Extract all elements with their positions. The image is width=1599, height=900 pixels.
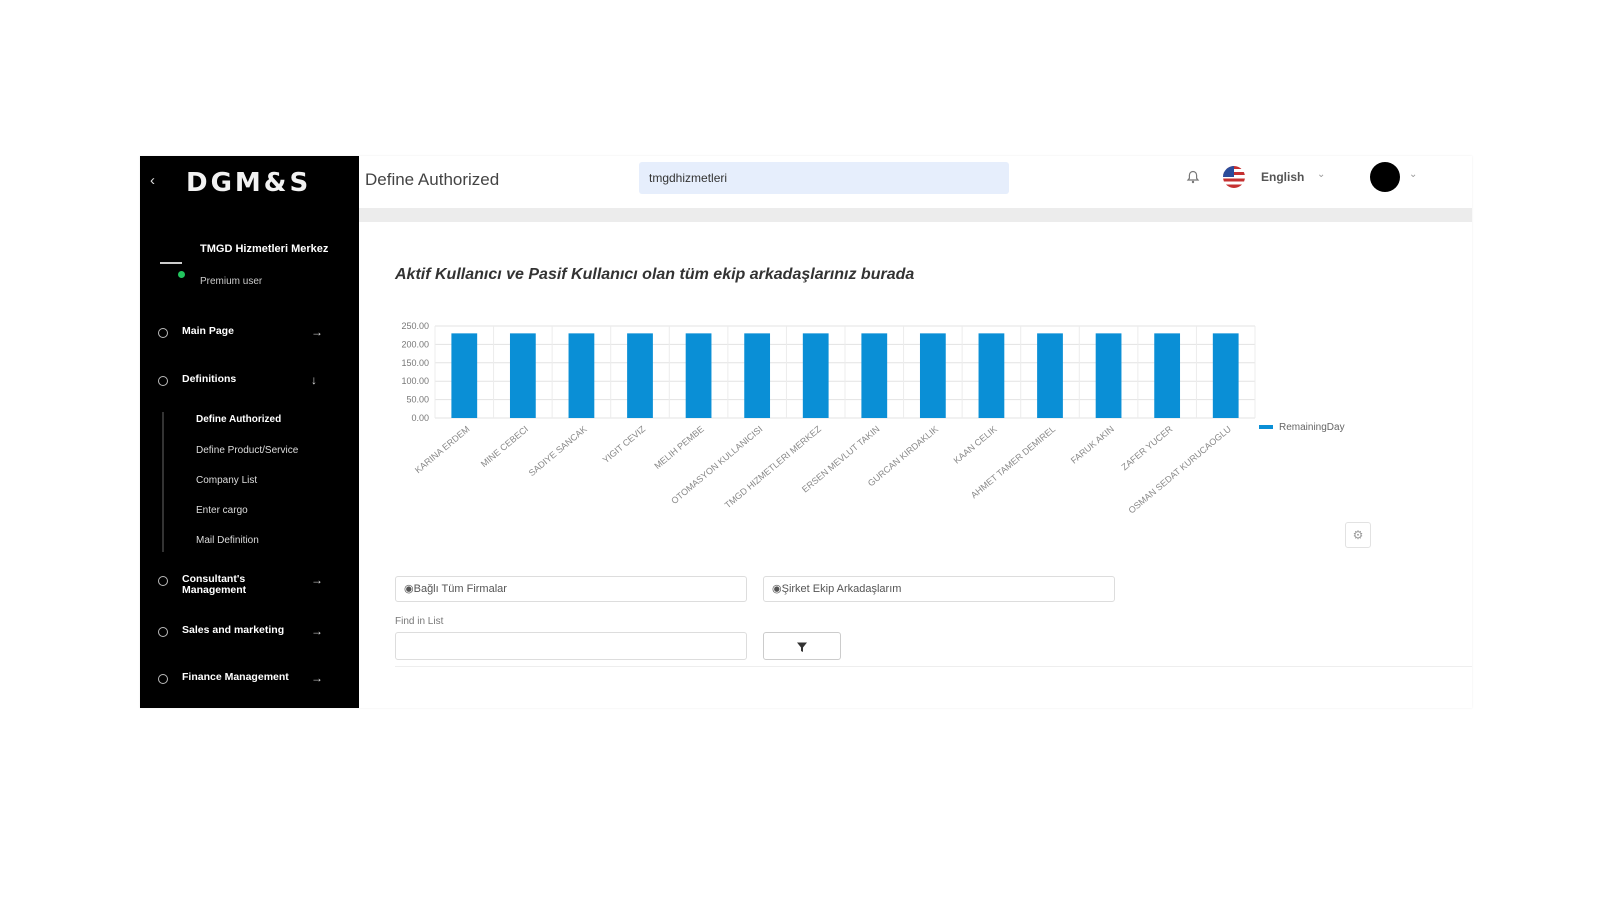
y-tick-label: 200.00 <box>401 339 429 349</box>
search-input[interactable]: tmgdhizmetleri <box>639 162 1009 194</box>
y-tick-label: 150.00 <box>401 358 429 368</box>
chevron-down-icon[interactable]: ⌄ <box>1409 169 1417 180</box>
sidebar-item-definitions[interactable]: Definitions ↓ <box>140 367 359 397</box>
bar <box>627 333 653 418</box>
bell-icon[interactable] <box>1186 170 1200 184</box>
y-tick-label: 0.00 <box>411 413 429 423</box>
page-title: Define Authorized <box>365 170 500 189</box>
find-in-list-input[interactable] <box>395 632 747 660</box>
sidebar-subitem-enter-cargo[interactable]: Enter cargo <box>196 505 248 516</box>
x-tick-label: OSMAN SEDAT KURUCAOGLU <box>1126 424 1233 516</box>
bar <box>568 333 595 418</box>
filter-icon <box>797 642 807 652</box>
x-tick-label: MELIH PEMBE <box>652 424 706 471</box>
bar <box>1154 333 1181 418</box>
legend-swatch <box>1259 425 1273 430</box>
circle-icon <box>158 328 168 338</box>
bar <box>509 333 536 418</box>
bar <box>744 333 771 418</box>
arrow-right-icon: → <box>311 573 323 587</box>
page-headline: Aktif Kullanıcı ve Pasif Kullanıcı olan … <box>395 266 915 283</box>
bar <box>978 333 1005 418</box>
bar <box>1212 333 1239 418</box>
circle-icon <box>158 576 168 586</box>
sidebar-subitem-define-authorized[interactable]: Define Authorized <box>196 414 281 425</box>
header-separator <box>359 208 1472 222</box>
sidebar-item-label: Finance Management <box>182 671 289 683</box>
top-header: Define Authorized tmgdhizmetleri English… <box>359 156 1472 208</box>
user-name: TMGD Hizmetleri Merkez <box>200 243 329 255</box>
chevron-down-icon[interactable]: ⌄ <box>1317 169 1325 180</box>
back-arrow-icon[interactable]: ‹ <box>150 173 164 188</box>
find-in-list-label: Find in List <box>395 616 444 627</box>
circle-icon <box>158 627 168 637</box>
sidebar-item-label: Sales and marketing <box>182 624 285 636</box>
x-tick-label: FARUK AKIN <box>1069 424 1116 466</box>
language-selector[interactable]: English <box>1261 170 1304 184</box>
bar <box>685 333 712 418</box>
us-flag-icon[interactable] <box>1223 166 1245 188</box>
y-tick-label: 100.00 <box>401 376 429 386</box>
bar <box>1037 333 1063 418</box>
online-status-dot <box>178 271 185 278</box>
x-tick-label: KAAN CELIK <box>952 424 999 466</box>
sidebar-subitem-company-list[interactable]: Company List <box>196 475 257 486</box>
user-role: Premium user <box>200 276 263 287</box>
sidebar-subitem-define-product[interactable]: Define Product/Service <box>196 445 298 456</box>
circle-icon <box>158 376 168 386</box>
bar <box>451 333 478 418</box>
radio-icon: ◉ <box>404 583 414 595</box>
gear-icon[interactable]: ⚙ <box>1345 522 1371 548</box>
filter-button[interactable] <box>763 632 841 660</box>
user-line <box>160 262 182 264</box>
sidebar-item-label: Main Page <box>182 325 234 337</box>
sidebar-item-label: Consultant's Management <box>182 573 247 596</box>
arrow-down-icon: ↓ <box>311 373 317 387</box>
y-tick-label: 50.00 <box>406 395 429 405</box>
app-window: ‹ DGM&S TMGD Hizmetleri Merkez Premium u… <box>140 156 1472 708</box>
filter-label: Şirket Ekip Arkadaşlarım <box>781 583 902 595</box>
sidebar-item-sales[interactable]: Sales and marketing → <box>140 618 359 648</box>
avatar[interactable] <box>1370 162 1400 192</box>
submenu-line <box>162 412 164 552</box>
logo[interactable]: DGM&S <box>186 168 311 198</box>
x-tick-label: YIGIT CEVIZ <box>601 424 648 466</box>
bar <box>1095 333 1122 418</box>
arrow-right-icon: → <box>311 671 323 685</box>
sidebar-item-finance[interactable]: Finance Management → <box>140 665 359 695</box>
legend-label: RemainingDay <box>1279 422 1345 433</box>
remaining-day-chart: 0.00 50.00 100.00 150.00 200.00 250.00 KARINA … <box>401 322 1256 516</box>
x-tick-label: KARINA ERDEM <box>413 424 472 475</box>
bar <box>802 333 829 418</box>
sidebar: ‹ DGM&S TMGD Hizmetleri Merkez Premium u… <box>140 156 359 708</box>
sidebar-item-consultants[interactable]: Consultant's Management → <box>140 567 359 597</box>
x-tick-label: TMGD HIZMETLERI MERKEZ <box>723 424 824 511</box>
bar <box>861 333 888 418</box>
circle-icon <box>158 674 168 684</box>
sidebar-subitem-mail-definition[interactable]: Mail Definition <box>196 535 259 546</box>
sidebar-item-main-page[interactable]: Main Page → <box>140 319 359 349</box>
team-members-filter[interactable]: ◉Şirket Ekip Arkadaşlarım <box>763 576 1115 602</box>
chart-legend[interactable]: RemainingDay <box>1259 422 1345 433</box>
x-tick-label: MINE CEBECI <box>479 424 530 469</box>
x-tick-label: SADIYE SANCAK <box>527 424 589 478</box>
filter-label: Bağlı Tüm Firmalar <box>413 583 507 595</box>
main-content: Aktif Kullanıcı ve Pasif Kullanıcı olan … <box>367 224 1472 708</box>
y-tick-label: 250.00 <box>401 322 429 331</box>
sidebar-item-label: Definitions <box>182 373 237 385</box>
divider <box>395 666 1472 667</box>
arrow-right-icon: → <box>311 624 323 638</box>
x-tick-label: ZAFER YUCER <box>1119 424 1174 473</box>
radio-icon: ◉ <box>772 583 782 595</box>
all-companies-filter[interactable]: ◉Bağlı Tüm Firmalar <box>395 576 747 602</box>
bar <box>919 333 946 418</box>
arrow-right-icon: → <box>311 325 323 339</box>
